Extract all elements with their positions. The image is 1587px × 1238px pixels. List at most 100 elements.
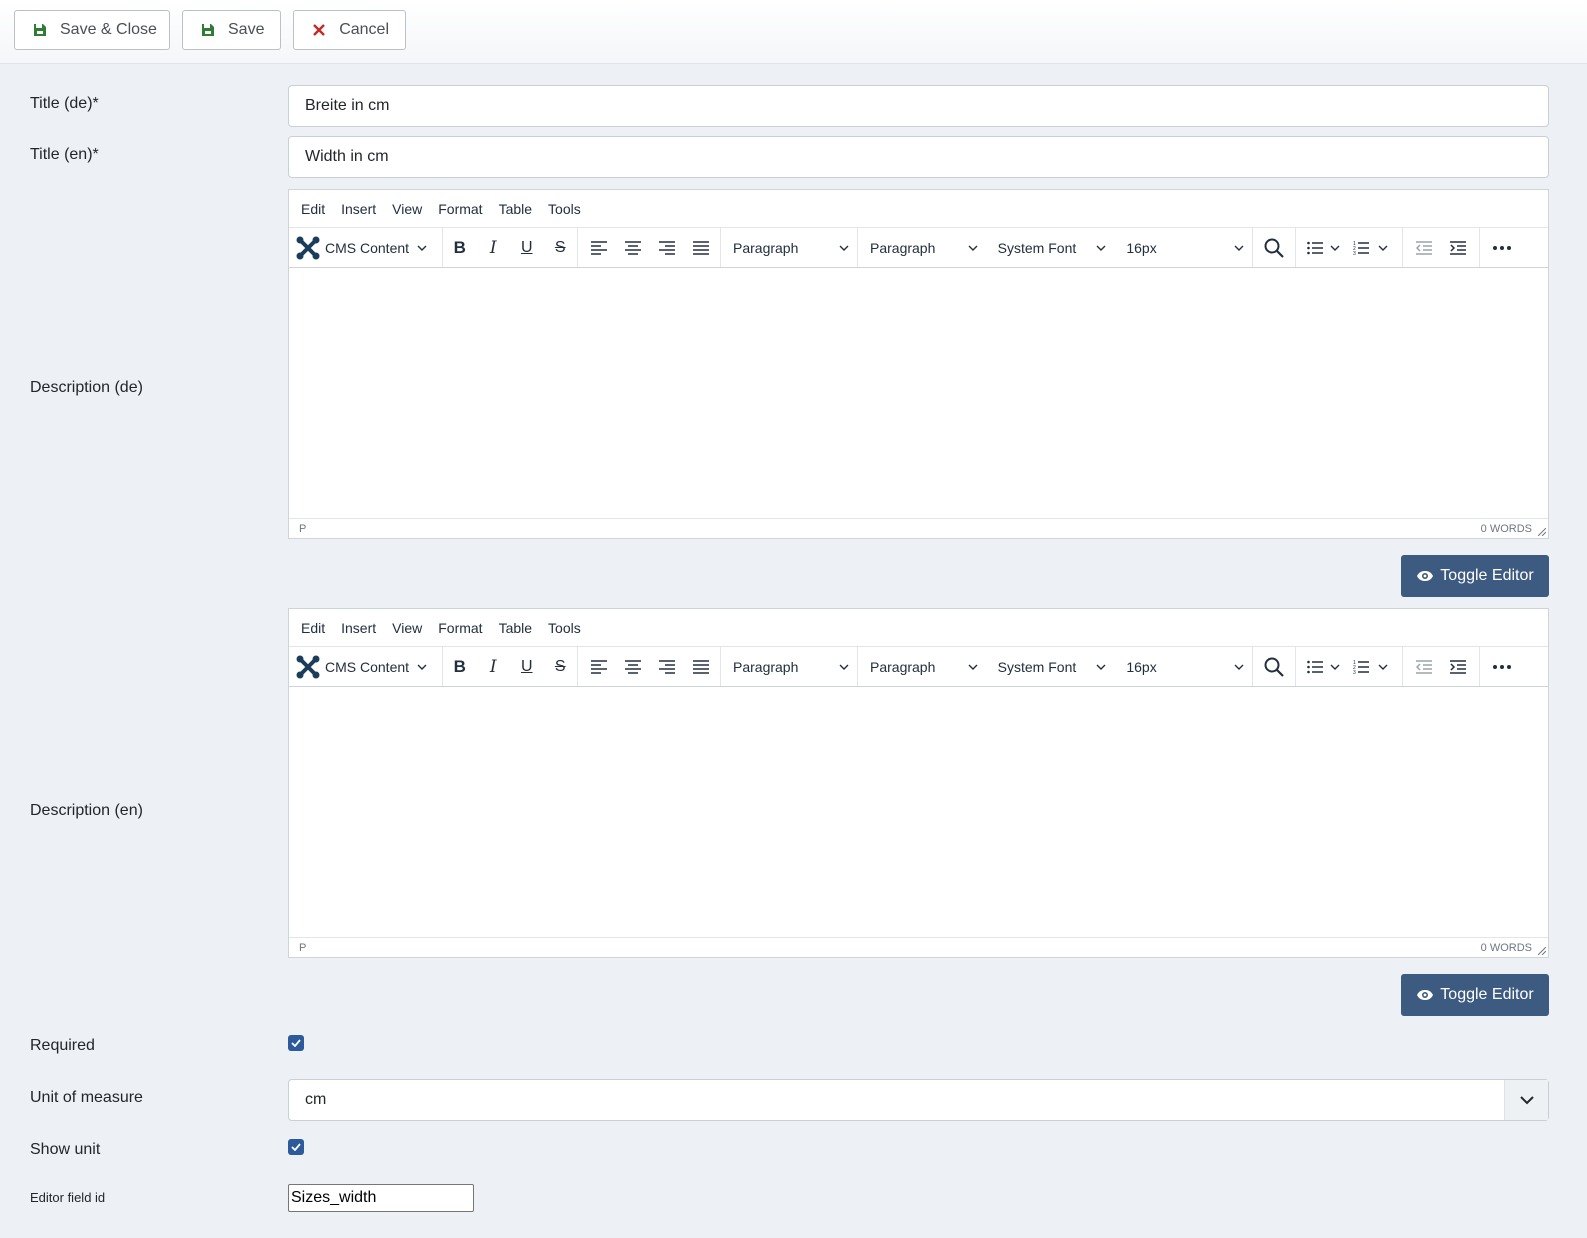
numbered-list-icon[interactable]: 123 [1344,650,1378,684]
save-close-label: Save & Close [60,21,157,38]
more-icon[interactable] [1485,231,1519,265]
block-format-value: Paragraph [733,658,799,675]
editor-field-id-input[interactable]: Sizes_width [288,1184,474,1212]
paragraph-value: Paragraph [870,239,936,256]
menu-format[interactable]: Format [438,620,482,636]
chevron-down-icon[interactable] [1378,664,1388,670]
editor-content[interactable] [289,268,1548,518]
chevron-down-icon[interactable] [1378,245,1388,251]
chevron-down-icon[interactable] [1330,245,1340,251]
required-checkbox[interactable] [288,1035,304,1051]
strikethrough-button[interactable]: S [544,650,578,684]
bold-button[interactable]: B [443,650,477,684]
menu-edit[interactable]: Edit [301,201,325,217]
bullet-list-icon[interactable] [1300,650,1330,684]
editor-menubar: Edit Insert View Format Table Tools [289,190,1548,228]
font-size-value: 16px [1126,239,1157,256]
cms-content-dropdown[interactable]: CMS Content [295,650,435,684]
menu-view[interactable]: View [392,620,422,636]
menu-tools[interactable]: Tools [548,201,581,217]
underline-button[interactable]: U [510,231,544,265]
resize-handle-icon[interactable] [1538,528,1546,536]
align-right-icon[interactable] [650,650,684,684]
save-close-button[interactable]: Save & Close [14,10,170,50]
align-center-icon[interactable] [616,231,650,265]
indent-icon[interactable] [1441,650,1475,684]
paragraph-dropdown[interactable]: Paragraph [858,231,986,265]
unit-select-value: cm [305,1091,327,1108]
menu-format[interactable]: Format [438,201,482,217]
block-format-dropdown[interactable]: Paragraph [721,650,857,684]
title-de-label: Title (de)* [30,95,99,112]
joomla-icon [296,236,320,259]
outdent-icon[interactable] [1407,650,1441,684]
title-de-input[interactable]: Breite in cm [288,85,1549,127]
menu-view[interactable]: View [392,201,422,217]
font-family-dropdown[interactable]: System Font [986,231,1115,265]
eye-icon [1417,990,1434,1000]
font-size-dropdown[interactable]: 16px [1114,231,1252,265]
underline-button[interactable]: U [510,650,544,684]
search-icon[interactable] [1257,650,1291,684]
align-justify-icon[interactable] [684,231,718,265]
description-de-editor: Edit Insert View Format Table Tools CMS … [288,189,1549,539]
chevron-down-icon [1234,664,1244,670]
cancel-label: Cancel [339,21,389,38]
chevron-down-icon [968,664,978,670]
outdent-icon[interactable] [1407,231,1441,265]
description-en-editor: Edit Insert View Format Table Tools CMS … [288,608,1549,958]
align-left-icon[interactable] [582,231,616,265]
paragraph-dropdown[interactable]: Paragraph [858,650,986,684]
italic-button[interactable]: I [477,231,511,265]
word-count[interactable]: 0 WORDS [1481,523,1532,535]
menu-insert[interactable]: Insert [341,620,376,636]
resize-handle-icon[interactable] [1538,947,1546,955]
element-path[interactable]: P [299,523,306,535]
align-justify-icon[interactable] [684,650,718,684]
checkmark-icon [291,1143,301,1151]
joomla-icon [296,655,320,678]
menu-table[interactable]: Table [499,201,532,217]
editor-toolbar: CMS Content B I U S Paragraph Paragraph [289,647,1548,687]
align-right-icon[interactable] [650,231,684,265]
toggle-editor-button[interactable]: Toggle Editor [1401,555,1549,597]
bold-button[interactable]: B [443,231,477,265]
menu-table[interactable]: Table [499,620,532,636]
search-icon[interactable] [1257,231,1291,265]
font-family-dropdown[interactable]: System Font [986,650,1115,684]
cancel-button[interactable]: Cancel [293,10,406,50]
block-format-dropdown[interactable]: Paragraph [721,231,857,265]
block-format-value: Paragraph [733,239,799,256]
italic-button[interactable]: I [477,650,511,684]
chevron-down-icon [968,245,978,251]
bullet-list-icon[interactable] [1300,231,1330,265]
more-icon[interactable] [1485,650,1519,684]
indent-icon[interactable] [1441,231,1475,265]
font-size-value: 16px [1126,658,1157,675]
description-en-label: Description (en) [30,802,143,819]
show-unit-checkbox[interactable] [288,1139,304,1155]
cms-content-dropdown[interactable]: CMS Content [295,231,435,265]
numbered-list-icon[interactable]: 123 [1344,231,1378,265]
element-path[interactable]: P [299,942,306,954]
toggle-editor-button[interactable]: Toggle Editor [1401,974,1549,1016]
align-center-icon[interactable] [616,650,650,684]
title-en-input[interactable]: Width in cm [288,136,1549,178]
editor-content[interactable] [289,687,1548,937]
title-en-label: Title (en)* [30,146,99,163]
word-count[interactable]: 0 WORDS [1481,942,1532,954]
strikethrough-button[interactable]: S [544,231,578,265]
close-icon [312,22,326,38]
menu-edit[interactable]: Edit [301,620,325,636]
save-button[interactable]: Save [182,10,281,50]
font-size-dropdown[interactable]: 16px [1114,650,1252,684]
editor-statusbar: P 0 WORDS [289,937,1548,957]
chevron-down-icon[interactable] [1330,664,1340,670]
menu-insert[interactable]: Insert [341,201,376,217]
chevron-down-icon[interactable] [1504,1080,1548,1120]
align-left-icon[interactable] [582,650,616,684]
chevron-down-icon [839,664,849,670]
menu-tools[interactable]: Tools [548,620,581,636]
unit-select[interactable]: cm [288,1079,1549,1121]
chevron-down-icon [417,664,427,670]
